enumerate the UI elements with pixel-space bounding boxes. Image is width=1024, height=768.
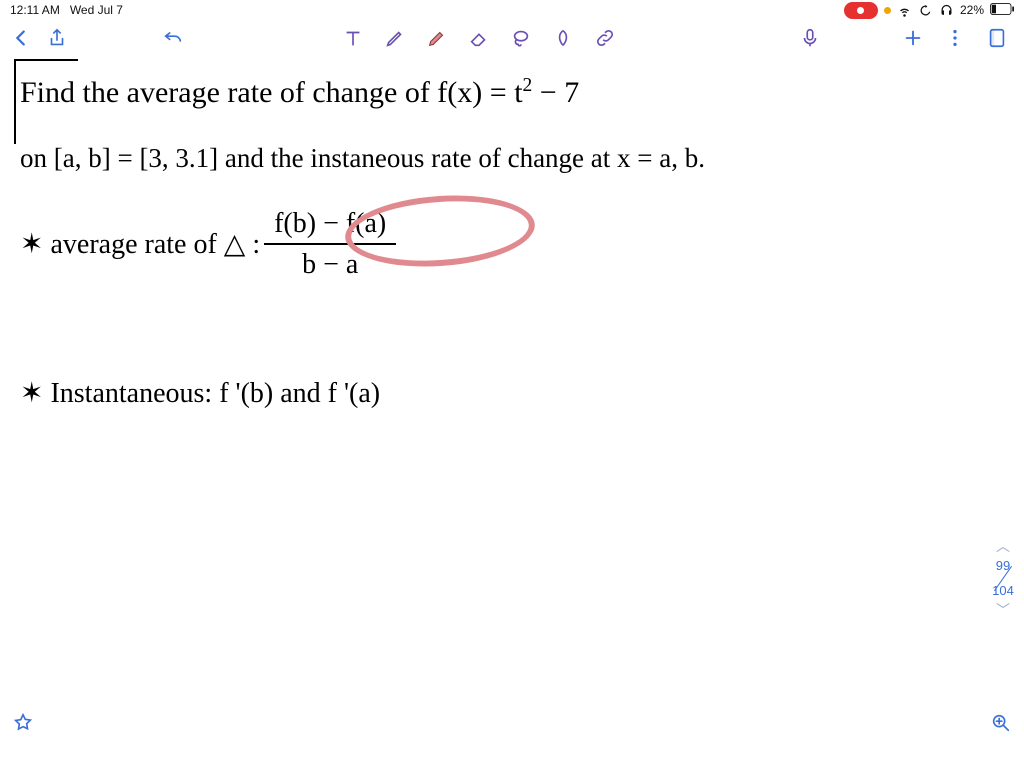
note-line-4: ✶ Instantaneous: f '(b) and f '(a) — [20, 376, 380, 411]
shapes-tool-button[interactable] — [550, 25, 576, 51]
page-total: 104 — [992, 583, 1014, 599]
status-bar: 12:11 AM Wed Jul 7 22% — [0, 0, 1024, 20]
headphones-icon — [939, 3, 954, 18]
avg-rate-label: ✶ average rate of △ : — [20, 227, 260, 262]
hand-top-stroke — [14, 59, 78, 61]
location-indicator-icon — [884, 7, 891, 14]
microphone-button[interactable] — [797, 25, 823, 51]
undo-button[interactable] — [160, 25, 186, 51]
battery-percent: 22% — [960, 3, 984, 17]
text-tool-button[interactable] — [340, 25, 366, 51]
note-canvas[interactable]: Find the average rate of change of f(x) … — [0, 56, 1024, 738]
link-tool-button[interactable] — [592, 25, 618, 51]
eraser-tool-button[interactable] — [466, 25, 492, 51]
page-down-button[interactable]: ﹀ — [996, 600, 1010, 620]
page-up-button[interactable]: ︿ — [996, 536, 1010, 556]
bookmark-button[interactable] — [10, 710, 36, 736]
lasso-tool-button[interactable] — [508, 25, 534, 51]
page-view-button[interactable] — [984, 25, 1010, 51]
battery-icon — [990, 3, 1014, 18]
page-navigator: ︿ 99 104 ﹀ — [988, 536, 1018, 620]
toolbar — [0, 20, 1024, 56]
note-line-1: Find the average rate of change of f(x) … — [20, 74, 579, 112]
bottom-bar — [0, 708, 1024, 738]
back-button[interactable] — [8, 25, 34, 51]
pencil-tool-button[interactable] — [382, 25, 408, 51]
margin-line — [14, 59, 16, 144]
note-line-2: on [a, b] = [3, 3.1] and the instaneous … — [20, 142, 1020, 176]
add-button[interactable] — [900, 25, 926, 51]
wifi-icon — [897, 3, 912, 18]
orientation-lock-icon — [918, 3, 933, 18]
note-line-3: ✶ average rate of △ : f(b) − f(a) b − a — [20, 206, 400, 282]
status-time: 12:11 AM — [10, 3, 60, 17]
highlighter-tool-button[interactable] — [424, 25, 450, 51]
more-button[interactable] — [942, 25, 968, 51]
zoom-in-button[interactable] — [988, 710, 1014, 736]
status-date: Wed Jul 7 — [70, 3, 123, 17]
share-button[interactable] — [44, 25, 70, 51]
screen-record-indicator[interactable] — [844, 2, 878, 19]
